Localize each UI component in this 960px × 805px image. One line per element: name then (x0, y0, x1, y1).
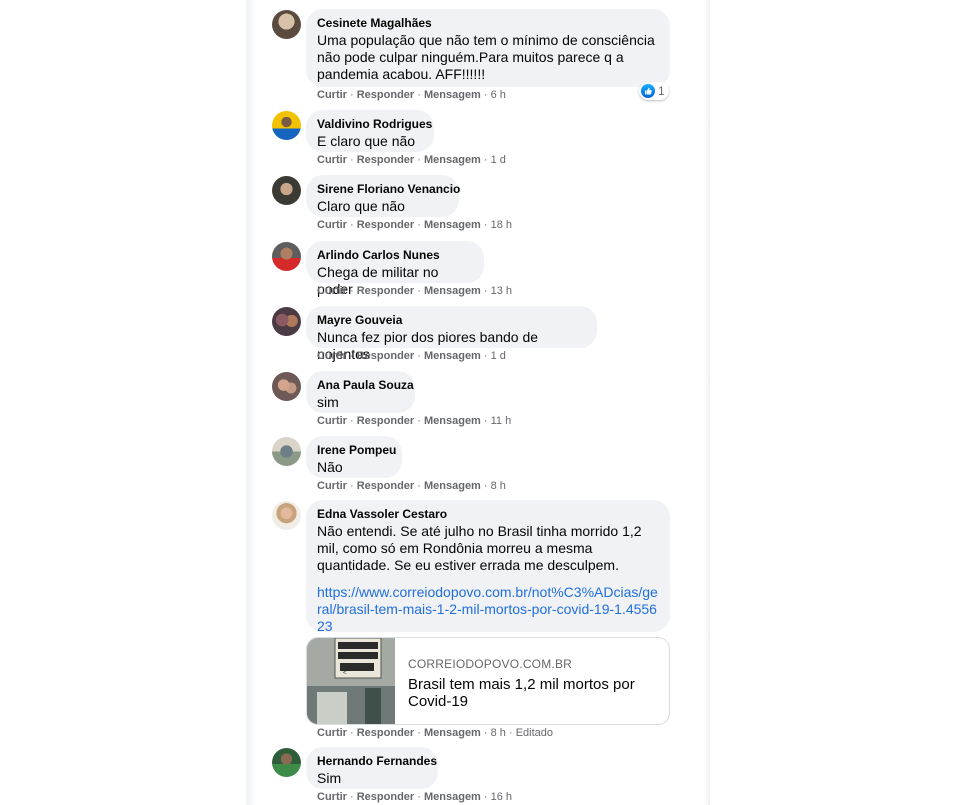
comment-time[interactable]: 6 h (491, 89, 506, 101)
edited-label[interactable]: Editado (516, 727, 553, 739)
avatar[interactable] (272, 748, 301, 777)
comment-actions: Curtir · Responder · Mensagem · 8 h (317, 480, 506, 492)
comment-author[interactable]: Mayre Gouveia (317, 313, 586, 327)
comment-text: Uma população que não tem o mínimo de co… (317, 32, 655, 82)
avatar[interactable] (272, 307, 301, 336)
reply-link[interactable]: Responder (357, 791, 414, 803)
comment-actions: Curtir · Responder · Mensagem · 16 h (317, 791, 513, 803)
avatar[interactable] (272, 10, 301, 39)
like-link[interactable]: Curtir (317, 89, 347, 101)
comment-bubble: Cesinete Magalhães Uma população que não… (306, 9, 670, 87)
message-link[interactable]: Mensagem (424, 480, 481, 492)
avatar[interactable] (272, 372, 301, 401)
comment-time[interactable]: 1 d (491, 154, 506, 166)
message-link[interactable]: Mensagem (424, 415, 481, 427)
avatar[interactable] (272, 437, 301, 466)
comment-actions: Curtir · Responder · Mensagem · 1 d (317, 350, 506, 362)
like-link[interactable]: Curtir (317, 154, 347, 166)
comment-text: E claro que não (317, 133, 416, 149)
comment-author[interactable]: Edna Vassoler Cestaro (317, 507, 659, 521)
comment-text: sim (317, 394, 339, 410)
link-preview-domain: CORREIODOPOVO.COM.BR (408, 657, 573, 671)
message-link[interactable]: Mensagem (424, 219, 481, 231)
like-link[interactable]: Curtir (317, 791, 347, 803)
comment-time[interactable]: 16 h (491, 791, 512, 803)
comment-bubble: Valdivino Rodrigues E claro que não (306, 110, 434, 152)
comment-bubble: Arlindo Carlos Nunes Chega de militar no… (306, 241, 484, 297)
comment-time[interactable]: 8 h (491, 727, 506, 739)
reaction-count-value: 1 (658, 84, 665, 98)
like-link[interactable]: Curtir (317, 480, 347, 492)
reply-link[interactable]: Responder (357, 154, 414, 166)
comment-text: Não (317, 459, 343, 475)
reply-link[interactable]: Responder (357, 219, 414, 231)
comment-text: Sim (317, 770, 342, 786)
comment-author[interactable]: Irene Pompeu (317, 443, 396, 457)
like-link[interactable]: Curtir (317, 727, 347, 739)
message-link[interactable]: Mensagem (424, 89, 481, 101)
like-link[interactable]: Curtir (317, 350, 347, 362)
comment-author[interactable]: Cesinete Magalhães (317, 16, 659, 30)
comment-actions: Curtir · Responder · Mensagem · 18 h (317, 219, 513, 231)
reply-link[interactable]: Responder (357, 480, 414, 492)
svg-text:<: < (343, 671, 347, 677)
comment-bubble: Sirene Floriano Venancio Claro que não (306, 175, 460, 217)
comment-time[interactable]: 11 h (491, 415, 512, 427)
comment-link[interactable]: https://www.correiodopovo.com.br/not%C3%… (317, 584, 659, 635)
comment-author[interactable]: Ana Paula Souza (317, 378, 414, 392)
like-icon (641, 84, 655, 98)
comment-time[interactable]: 13 h (491, 285, 512, 297)
comment-bubble: Edna Vassoler Cestaro Não entendi. Se at… (306, 500, 670, 635)
comment-author[interactable]: Arlindo Carlos Nunes (317, 248, 473, 262)
comment-bubble: Ana Paula Souza sim (306, 371, 415, 413)
avatar[interactable] (272, 111, 301, 140)
comment-author[interactable]: Sirene Floriano Venancio (317, 182, 460, 196)
reply-link[interactable]: Responder (357, 727, 414, 739)
comment-text: Claro que não (317, 198, 405, 214)
like-link[interactable]: Curtir (317, 285, 347, 297)
avatar[interactable] (272, 242, 301, 271)
message-link[interactable]: Mensagem (424, 727, 481, 739)
comment-bubble: Mayre Gouveia Nunca fez pior dos piores … (306, 306, 597, 362)
message-link[interactable]: Mensagem (424, 285, 481, 297)
comment-actions: Curtir · Responder · Mensagem · 11 h (317, 415, 512, 427)
avatar[interactable] (272, 176, 301, 205)
reaction-count[interactable]: 1 (639, 82, 669, 100)
comment-bubble: Hernando Fernandes Sim (306, 747, 438, 789)
reply-link[interactable]: Responder (357, 285, 414, 297)
message-link[interactable]: Mensagem (424, 350, 481, 362)
link-preview-image: < (307, 638, 395, 724)
comment-actions: Curtir · Responder · Mensagem · 13 h (317, 285, 513, 297)
reply-link[interactable]: Responder (357, 89, 414, 101)
comment-actions: Curtir · Responder · Mensagem · 6 h (317, 89, 506, 101)
comment-author[interactable]: Hernando Fernandes (317, 754, 437, 768)
link-preview-title[interactable]: Brasil tem mais 1,2 mil mortos por Covid… (408, 676, 658, 710)
comment-author[interactable]: Valdivino Rodrigues (317, 117, 432, 131)
comment-time[interactable]: 18 h (491, 219, 512, 231)
comment-actions: Curtir · Responder · Mensagem · 1 d (317, 154, 506, 166)
comment-actions: Curtir · Responder · Mensagem · 8 h · Ed… (317, 727, 554, 739)
like-link[interactable]: Curtir (317, 219, 347, 231)
comment-bubble: Irene Pompeu Não (306, 436, 402, 478)
comment-time[interactable]: 1 d (491, 350, 506, 362)
link-preview-card[interactable]: < CORREIODOPOVO.COM.BR Brasil tem mais 1… (306, 637, 670, 725)
avatar[interactable] (272, 501, 301, 530)
comment-text: Não entendi. Se até julho no Brasil tinh… (317, 523, 642, 573)
reply-link[interactable]: Responder (357, 350, 414, 362)
comment-time[interactable]: 8 h (491, 480, 506, 492)
message-link[interactable]: Mensagem (424, 791, 481, 803)
message-link[interactable]: Mensagem (424, 154, 481, 166)
reply-link[interactable]: Responder (357, 415, 414, 427)
like-link[interactable]: Curtir (317, 415, 347, 427)
